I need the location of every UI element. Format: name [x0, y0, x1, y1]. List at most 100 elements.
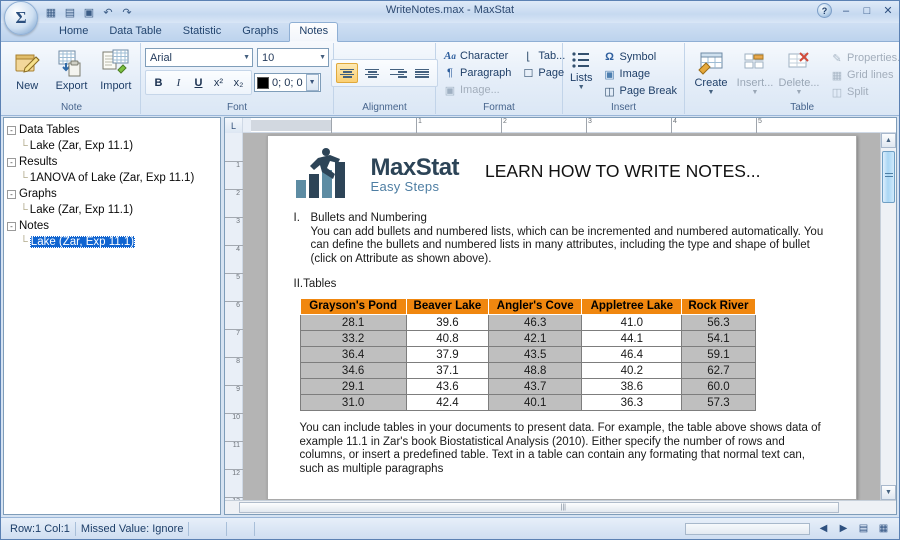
bold-button[interactable]: B	[149, 73, 168, 92]
undo-icon[interactable]: ↶	[100, 4, 116, 20]
superscript-button[interactable]: x²	[209, 73, 228, 92]
font-color-picker[interactable]: 0; 0; 0 ▼	[254, 73, 321, 92]
expander-icon[interactable]: -	[7, 157, 16, 167]
document-page[interactable]: MaxStat Easy Steps LEARN HOW TO WRITE NO…	[266, 135, 857, 500]
window-controls: ? – □ ✕	[817, 3, 895, 18]
table-cell: 57.3	[681, 394, 756, 411]
calculator-icon[interactable]: ▦	[43, 4, 59, 20]
scroll-thumb[interactable]	[882, 151, 895, 203]
split-cells-button: ◫ Split	[827, 84, 899, 100]
chevron-down-icon[interactable]: ▼	[239, 54, 250, 61]
page-break-button[interactable]: ◫ Page Break	[600, 83, 680, 99]
maximize-button[interactable]: □	[860, 5, 874, 17]
lists-dropdown-icon[interactable]: ▼	[578, 84, 585, 91]
minimize-button[interactable]: –	[839, 5, 853, 17]
main-area: - Data Tables └ Lake (Zar, Exp 11.1) - R…	[1, 116, 899, 517]
scroll-up-button[interactable]: ▲	[881, 133, 896, 148]
help-icon[interactable]: ?	[817, 3, 832, 18]
tab-statistic[interactable]: Statistic	[173, 22, 232, 41]
table-cell: 48.8	[488, 362, 583, 379]
ribbon-group-note: New Export Import Note	[3, 43, 141, 114]
tab-home[interactable]: Home	[49, 22, 98, 41]
tab-icon: ⌊	[526, 50, 531, 63]
page-format-button[interactable]: ☐ Page	[518, 65, 568, 81]
insert-dropdown-icon: ▼	[751, 89, 759, 96]
align-center-button[interactable]	[361, 63, 383, 83]
tree-node-graphs[interactable]: - Graphs	[7, 186, 217, 202]
ribbon-group-alignment: Alignment	[331, 43, 438, 114]
export-note-button[interactable]: Export	[51, 45, 91, 92]
tree-node-data-tables[interactable]: - Data Tables	[7, 122, 217, 138]
expander-icon[interactable]: -	[7, 221, 16, 231]
forward-arrow-icon[interactable]: ▶	[836, 521, 851, 536]
tree-node-notes-lake[interactable]: └ Lake (Zar, Exp 11.1)	[7, 234, 217, 250]
horizontal-scrollbar[interactable]: |||	[225, 500, 896, 514]
expander-icon[interactable]: -	[7, 189, 16, 199]
character-format-button[interactable]: Aa Character	[440, 48, 514, 64]
ribbon-group-font: Arial ▼ 10 ▼ B I U x² x₂ 0; 0; 0 ▼ Font	[141, 43, 334, 114]
tab-graphs[interactable]: Graphs	[232, 22, 288, 41]
ruler-tick: 3	[225, 217, 243, 225]
open-icon[interactable]: ▤	[62, 4, 78, 20]
create-table-button[interactable]: Create ▼	[689, 47, 733, 96]
table-cell: 42.4	[405, 394, 490, 411]
tree-node-data-tables-lake[interactable]: └ Lake (Zar, Exp 11.1)	[7, 138, 217, 154]
new-note-button[interactable]: New	[7, 45, 47, 92]
image-label: Image...	[460, 84, 500, 96]
tab-label: Tab...	[538, 50, 566, 62]
save-icon[interactable]: ▣	[81, 4, 97, 20]
vertical-ruler[interactable]: 1 2 3 4 5 6 7 8 9 10 11 12 13	[225, 133, 243, 500]
tab-stop-selector[interactable]: L	[225, 118, 243, 133]
import-note-button[interactable]: Import	[96, 45, 136, 92]
document-data-table[interactable]: Grayson's Pond Beaver Lake Angler's Cove…	[299, 298, 756, 411]
tree-node-label: Notes	[19, 220, 50, 232]
insert-image-button[interactable]: ▣ Image	[600, 66, 680, 82]
new-doc-icon[interactable]: ▤	[856, 521, 871, 536]
horizontal-ruler[interactable]: 1 2 3 4 5	[243, 118, 896, 133]
subscript-button[interactable]: x₂	[229, 73, 248, 92]
font-family-combo[interactable]: Arial ▼	[145, 48, 253, 67]
grid-icon[interactable]: ▦	[876, 521, 891, 536]
redo-icon[interactable]: ↷	[119, 4, 135, 20]
italic-button[interactable]: I	[169, 73, 188, 92]
ruler-tick: 7	[225, 329, 243, 337]
align-justify-button[interactable]	[411, 63, 433, 83]
section-number: II.	[293, 278, 304, 290]
font-style-buttons: B I U x² x₂	[145, 70, 252, 95]
create-dropdown-icon[interactable]: ▼	[708, 89, 715, 96]
status-segment-3	[189, 521, 228, 536]
hscroll-thumb[interactable]	[239, 502, 839, 513]
table-row: 29.1 43.6 43.7 38.6 60.0	[299, 378, 756, 395]
tab-data-table[interactable]: Data Table	[99, 22, 171, 41]
expander-icon[interactable]: -	[7, 125, 16, 135]
tree-branch-icon: └	[20, 204, 28, 216]
table-header-cell: Grayson's Pond	[299, 298, 407, 315]
chevron-down-icon[interactable]: ▼	[315, 54, 326, 61]
tree-node-notes[interactable]: - Notes	[7, 218, 217, 234]
symbol-label: Symbol	[619, 51, 657, 63]
logo-brand: MaxStat	[370, 154, 460, 181]
align-left-button[interactable]	[336, 63, 358, 83]
tree-node-results-anova[interactable]: └ 1ANOVA of Lake (Zar, Exp 11.1)	[7, 170, 217, 186]
color-dropdown-icon[interactable]: ▼	[305, 74, 319, 91]
symbol-button[interactable]: Ω Symbol	[600, 49, 680, 65]
font-color-value: 0; 0; 0	[272, 76, 303, 89]
tree-node-graphs-lake[interactable]: └ Lake (Zar, Exp 11.1)	[7, 202, 217, 218]
back-arrow-icon[interactable]: ◀	[816, 521, 831, 536]
insert-table-label: Insert...	[736, 77, 774, 89]
table-cell: 31.0	[299, 394, 407, 411]
vertical-scrollbar[interactable]: ▲ ▼	[880, 133, 896, 500]
table-cell: 46.3	[488, 314, 583, 331]
paragraph-format-button[interactable]: ¶ Paragraph	[440, 65, 514, 81]
scroll-down-button[interactable]: ▼	[881, 485, 896, 500]
tree-node-results[interactable]: - Results	[7, 154, 217, 170]
align-right-button[interactable]	[386, 63, 408, 83]
font-size-combo[interactable]: 10 ▼	[257, 48, 329, 67]
underline-button[interactable]: U	[189, 73, 208, 92]
lists-button[interactable]: Lists ▼	[567, 47, 596, 91]
tab-notes[interactable]: Notes	[289, 22, 339, 42]
tab-format-button[interactable]: ⌊ Tab...	[518, 48, 568, 64]
app-menu-orb[interactable]: Σ	[4, 1, 38, 35]
ribbon-group-note-label: Note	[60, 102, 83, 113]
close-button[interactable]: ✕	[881, 4, 895, 17]
